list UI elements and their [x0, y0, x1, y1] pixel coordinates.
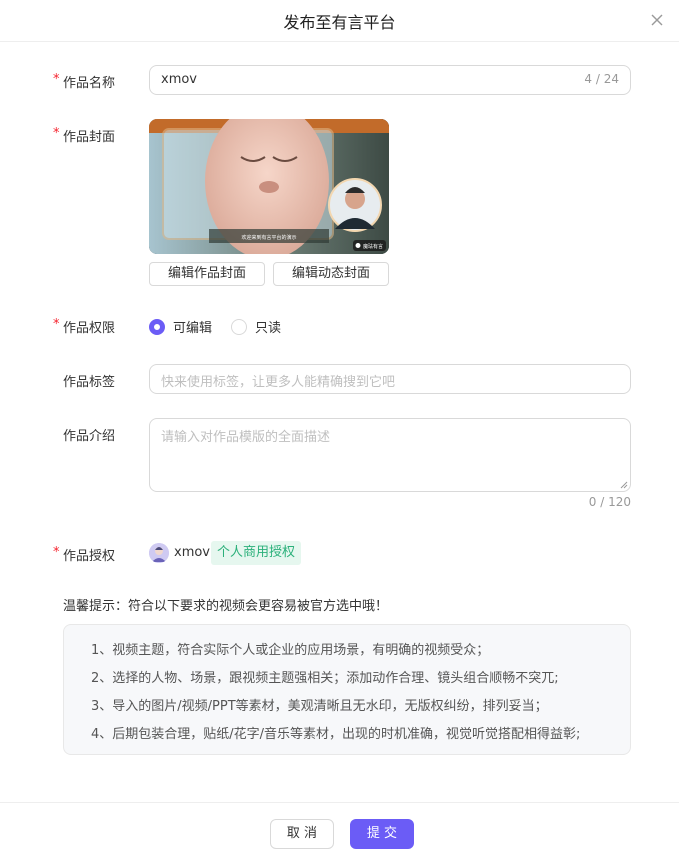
tags-input[interactable]: 快来使用标签，让更多人能精确搜到它吧: [149, 364, 631, 394]
dialog-header: 发布至有言平台: [0, 0, 679, 42]
tip-item: 2、选择的人物、场景，跟视频主题强相关；添加动作合理、镜头组合顺畅不突兀;: [91, 671, 559, 686]
cover-image[interactable]: 欢迎来到有言平台的演示 魔珐有言: [149, 119, 389, 254]
radio-unchecked-icon: [231, 318, 247, 335]
radio-editable-label: 可编辑: [173, 321, 213, 336]
intro-label: 作品介绍: [63, 429, 116, 444]
license-label: 作品授权: [63, 549, 116, 564]
tip-item: 4、后期包装合理，贴纸/花字/音乐等素材，出现的时机准确，视觉听觉搭配相得益彰;: [91, 727, 581, 742]
cancel-button[interactable]: 取 消: [270, 819, 334, 849]
required-mark: *: [53, 126, 60, 141]
permission-label: 作品权限: [63, 321, 116, 336]
name-char-count: 4 / 24: [584, 72, 619, 86]
license-user: xmov: [174, 545, 211, 560]
tip-item: 3、导入的图片/视频/PPT等素材，美观清晰且无水印，无版权纠纷，排列妥当；: [91, 699, 548, 714]
required-mark: *: [53, 545, 60, 560]
license-badge: 个人商用授权: [211, 541, 302, 565]
intro-textarea[interactable]: 请输入对作品模版的全面描述: [149, 418, 631, 492]
radio-readonly-label: 只读: [255, 321, 282, 336]
intro-placeholder: 请输入对作品模版的全面描述: [161, 430, 331, 445]
required-mark: *: [53, 317, 60, 332]
cover-subtitle: 欢迎来到有言平台的演示: [241, 234, 296, 241]
tip-item: 1、视频主题，符合实际个人或企业的应用场景，有明确的视频受众；: [91, 643, 490, 658]
resize-handle-icon[interactable]: [620, 481, 628, 489]
name-input[interactable]: xmov 4 / 24: [149, 65, 631, 95]
radio-checked-icon: [149, 318, 165, 335]
close-icon[interactable]: [649, 12, 665, 28]
tips-box: 1、视频主题，符合实际个人或企业的应用场景，有明确的视频受众； 2、选择的人物、…: [63, 624, 631, 755]
tags-placeholder: 快来使用标签，让更多人能精确搜到它吧: [161, 375, 396, 390]
intro-char-count: 0 / 120: [588, 495, 631, 509]
cover-label: 作品封面: [63, 130, 116, 145]
edit-cover-button[interactable]: 编辑作品封面: [149, 262, 265, 286]
dialog-title: 发布至有言平台: [283, 13, 396, 32]
tips-title: 温馨提示：符合以下要求的视频会更容易被官方选中哦！: [63, 599, 389, 614]
cover-watermark: 魔珐有言: [363, 243, 383, 250]
tags-label: 作品标签: [63, 375, 116, 390]
cover-illustration: 欢迎来到有言平台的演示 魔珐有言: [149, 119, 389, 254]
submit-button[interactable]: 提 交: [350, 819, 414, 849]
dialog-footer: [0, 802, 679, 860]
edit-dynamic-cover-button[interactable]: 编辑动态封面: [273, 262, 389, 286]
avatar: [149, 543, 169, 563]
name-label: 作品名称: [63, 76, 116, 91]
name-value: xmov: [161, 72, 198, 87]
required-mark: *: [53, 72, 60, 87]
radio-editable[interactable]: 可编辑: [149, 317, 212, 336]
radio-readonly[interactable]: 只读: [231, 317, 281, 336]
